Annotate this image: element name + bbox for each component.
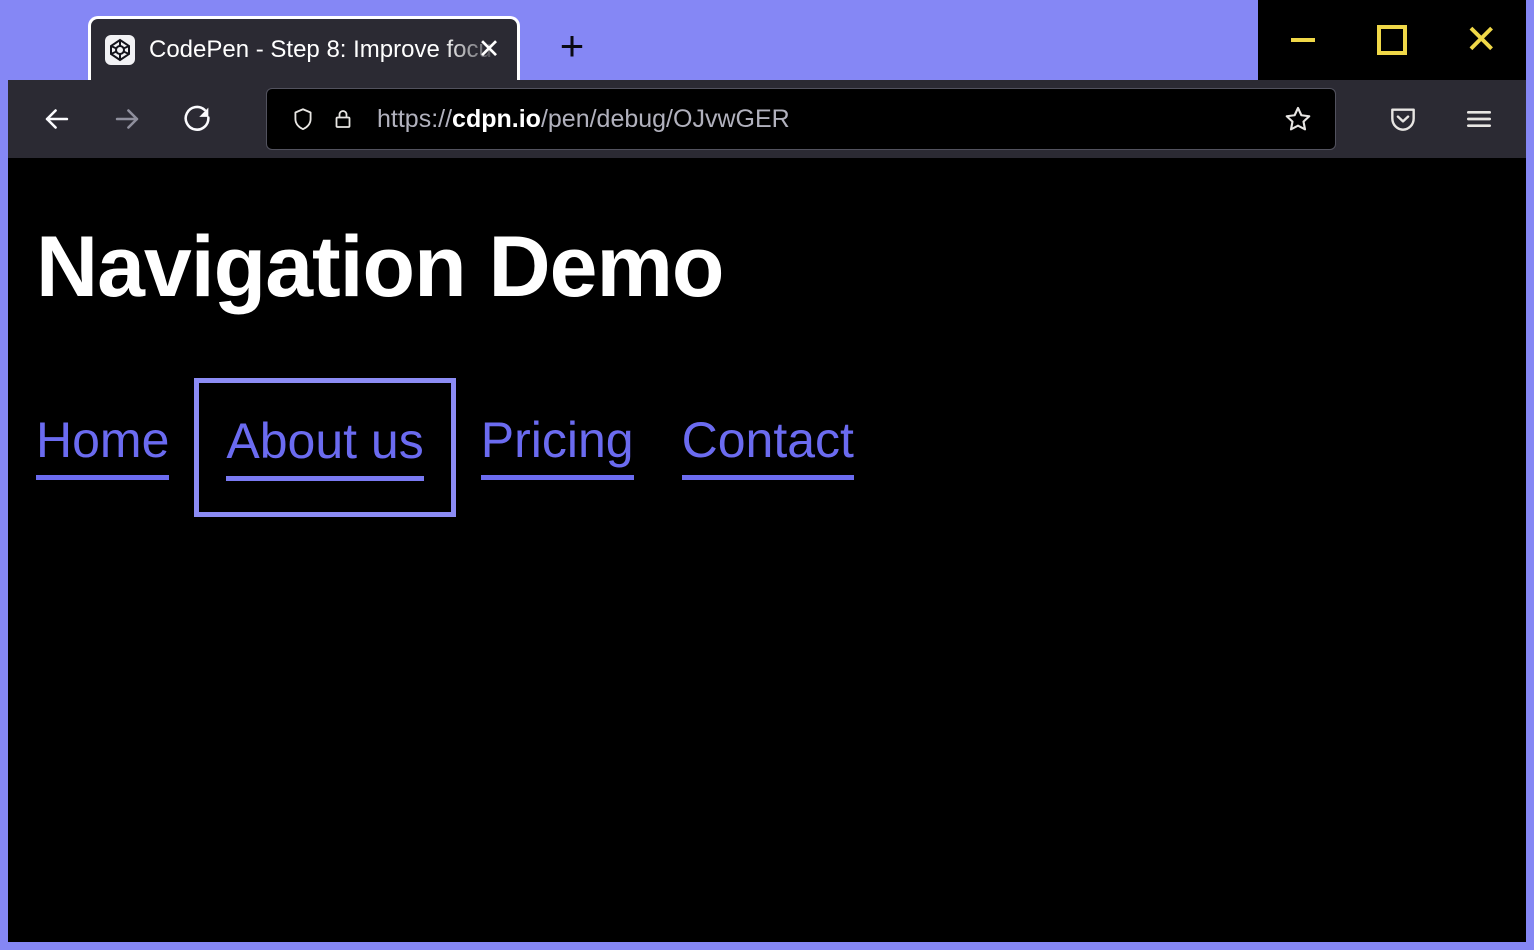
toolbar-right-actions: [1370, 88, 1512, 150]
page-viewport: Navigation Demo Home About us Pricing Co…: [8, 158, 1526, 942]
padlock-icon[interactable]: [323, 99, 363, 139]
tab-title: CodePen - Step 8: Improve focu: [149, 36, 507, 64]
browser-window: CodePen - Step 8: Improve focu ✕ + ✕: [0, 0, 1534, 950]
minimize-icon[interactable]: [1271, 10, 1335, 70]
window-controls: ✕: [1258, 0, 1526, 80]
nav-link-home[interactable]: Home: [36, 415, 169, 480]
url-scheme: https://: [377, 105, 452, 133]
url-host: cdpn.io: [452, 105, 541, 133]
maximize-icon[interactable]: [1360, 10, 1424, 70]
browser-tab-active[interactable]: CodePen - Step 8: Improve focu ✕: [88, 16, 520, 80]
nav-item-pricing-wrap: Pricing: [457, 415, 658, 480]
url-path: /pen/debug/OJvwGER: [541, 105, 790, 133]
site-navigation: Home About us Pricing Contact: [36, 383, 1526, 512]
tab-strip: CodePen - Step 8: Improve focu ✕ + ✕: [0, 0, 1534, 80]
star-icon[interactable]: [1277, 98, 1319, 140]
nav-link-contact[interactable]: Contact: [682, 415, 854, 480]
url-bar[interactable]: https://cdpn.io/pen/debug/OJvwGER: [266, 88, 1336, 150]
shield-icon[interactable]: [283, 99, 323, 139]
nav-link-about-us[interactable]: About us: [226, 416, 423, 481]
close-icon[interactable]: ✕: [475, 36, 503, 64]
page-title: Navigation Demo: [36, 218, 1526, 317]
nav-link-pricing[interactable]: Pricing: [481, 415, 634, 480]
codepen-icon: [105, 35, 135, 65]
new-tab-button[interactable]: +: [544, 18, 600, 74]
nav-item-home-wrap: Home: [36, 415, 193, 480]
back-icon[interactable]: [22, 88, 92, 150]
reload-icon[interactable]: [162, 88, 232, 150]
url-text[interactable]: https://cdpn.io/pen/debug/OJvwGER: [377, 105, 1277, 134]
navigation-toolbar: https://cdpn.io/pen/debug/OJvwGER: [8, 80, 1526, 158]
window-close-icon[interactable]: ✕: [1449, 10, 1513, 70]
hamburger-menu-icon[interactable]: [1446, 88, 1512, 150]
nav-item-about-us-wrap: About us: [199, 383, 450, 512]
forward-icon[interactable]: [92, 88, 162, 150]
pocket-icon[interactable]: [1370, 88, 1436, 150]
nav-item-contact-wrap: Contact: [658, 415, 878, 480]
